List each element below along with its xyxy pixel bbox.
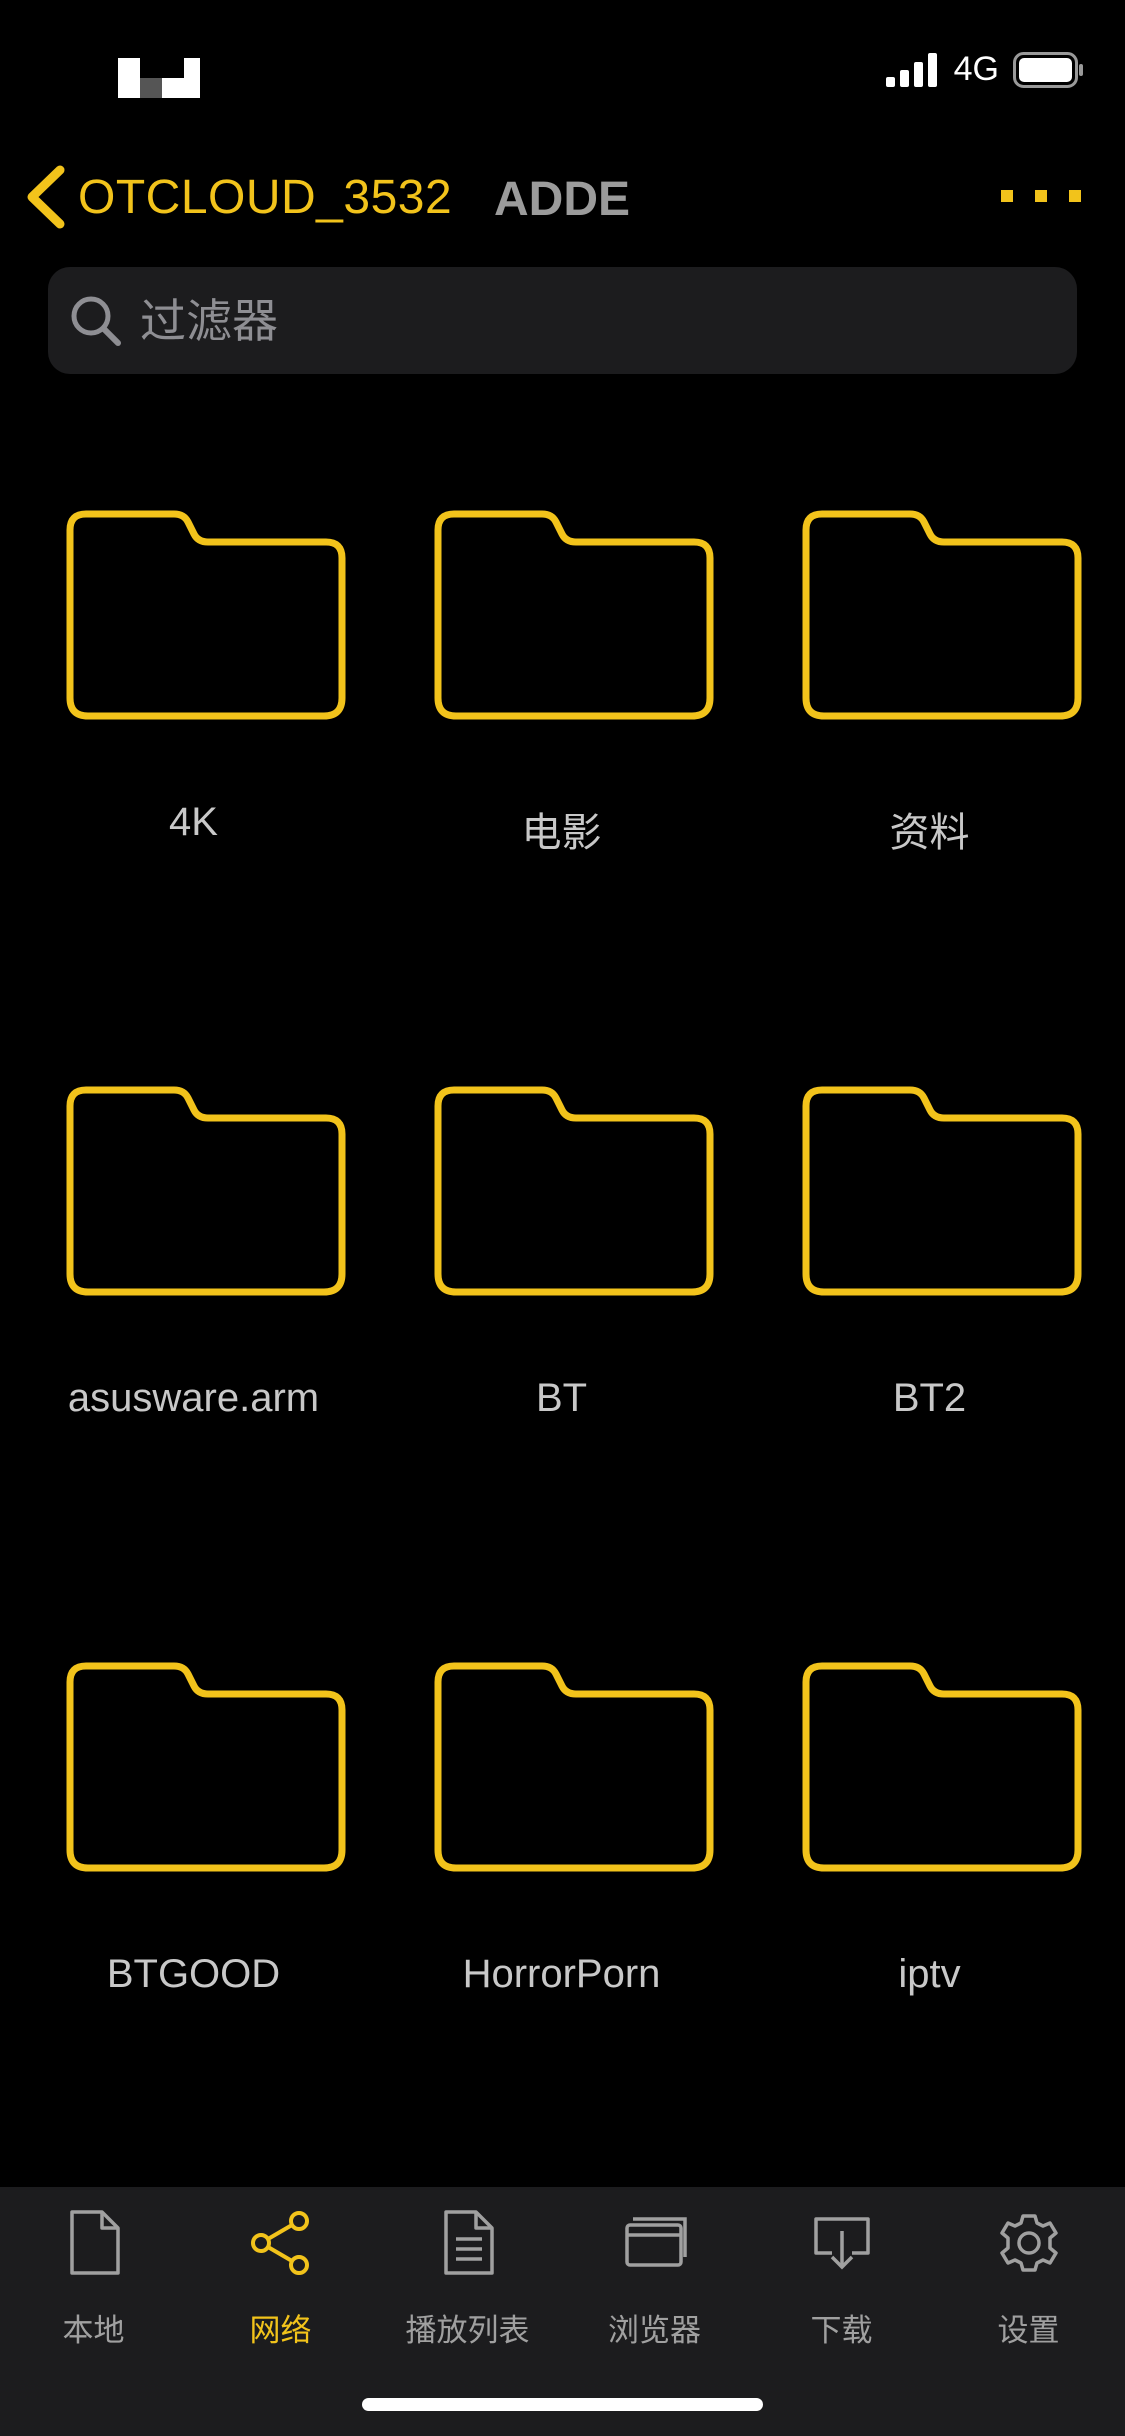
- document-icon: [70, 2210, 120, 2275]
- browser-window-icon: [625, 2217, 687, 2267]
- gear-icon: [1000, 2214, 1058, 2272]
- network-type: 4G: [953, 50, 999, 88]
- tab-browser[interactable]: 浏览器: [561, 2209, 748, 2359]
- folder-item[interactable]: 电影: [378, 500, 745, 900]
- tab-local[interactable]: 本地: [0, 2209, 187, 2359]
- download-icon: [814, 2217, 870, 2270]
- home-indicator[interactable]: [362, 2398, 763, 2411]
- tab-label: 设置: [997, 2313, 1060, 2348]
- search-icon: [71, 296, 121, 346]
- battery-icon: [1013, 51, 1083, 88]
- page-subtitle: ADDE: [494, 173, 631, 226]
- tab-label: 本地: [62, 2313, 125, 2348]
- tab-network[interactable]: 网络: [187, 2209, 374, 2359]
- folder-item[interactable]: BTGOOD: [10, 1652, 377, 2052]
- folder-icon: [66, 1086, 346, 1296]
- back-button[interactable]: OTCLOUD_3532: [22, 164, 452, 230]
- folder-icon: [66, 510, 346, 720]
- folder-icon: [802, 1662, 1082, 1872]
- tab-download[interactable]: 下载: [748, 2209, 935, 2359]
- tab-label: 网络: [249, 2313, 312, 2348]
- more-dot-icon: [1069, 190, 1081, 202]
- folder-label: BT: [535, 1376, 588, 1420]
- folder-icon: [434, 1086, 714, 1296]
- share-icon: [251, 2211, 309, 2275]
- tab-settings[interactable]: 设置: [935, 2209, 1122, 2359]
- tab-label: 浏览器: [608, 2313, 701, 2348]
- tab-bar: 本地 网络 播放列表 浏览器 下载 设置: [0, 2187, 1125, 2436]
- page-title: OTCLOUD_3532: [78, 170, 453, 224]
- folder-icon: [434, 510, 714, 720]
- folder-item[interactable]: HorrorPorn: [378, 1652, 745, 2052]
- folder-icon: [802, 1086, 1082, 1296]
- folder-item[interactable]: iptv: [746, 1652, 1113, 2052]
- signal-icon: [885, 52, 937, 87]
- search-bar[interactable]: [48, 267, 1077, 374]
- status-indicators: 4G: [885, 50, 1085, 89]
- filter-input[interactable]: [138, 292, 1042, 349]
- navigation-bar: OTCLOUD_3532 ADDE: [0, 150, 1125, 246]
- folder-label: 资料: [889, 811, 970, 855]
- folder-label: asusware.arm: [67, 1376, 320, 1420]
- chevron-left-icon: [27, 165, 65, 229]
- list-document-icon: [444, 2210, 494, 2275]
- tab-label: 播放列表: [405, 2313, 530, 2348]
- folder-icon: [66, 1662, 346, 1872]
- tab-label: 下载: [810, 2313, 873, 2348]
- folder-item[interactable]: 资料: [746, 500, 1113, 900]
- tab-playlist[interactable]: 播放列表: [374, 2209, 561, 2359]
- more-dot-icon: [1001, 190, 1013, 202]
- folder-item[interactable]: asusware.arm: [10, 1076, 377, 1476]
- folder-label: HorrorPorn: [462, 1952, 661, 1996]
- folder-icon: [434, 1662, 714, 1872]
- status-bar: 4G: [0, 0, 1125, 140]
- folder-label: 电影: [521, 811, 602, 855]
- folder-item[interactable]: 4K: [10, 500, 377, 900]
- folder-icon: [802, 510, 1082, 720]
- more-dot-icon: [1035, 190, 1047, 202]
- folder-label: iptv: [898, 1952, 961, 1996]
- carrier-logo: [118, 58, 200, 100]
- folder-item[interactable]: BT: [378, 1076, 745, 1476]
- folder-label: BTGOOD: [106, 1952, 281, 1996]
- folder-label: BT2: [892, 1376, 967, 1420]
- folder-item[interactable]: BT2: [746, 1076, 1113, 1476]
- folder-label: 4K: [169, 800, 218, 844]
- more-options-button[interactable]: [1001, 190, 1081, 202]
